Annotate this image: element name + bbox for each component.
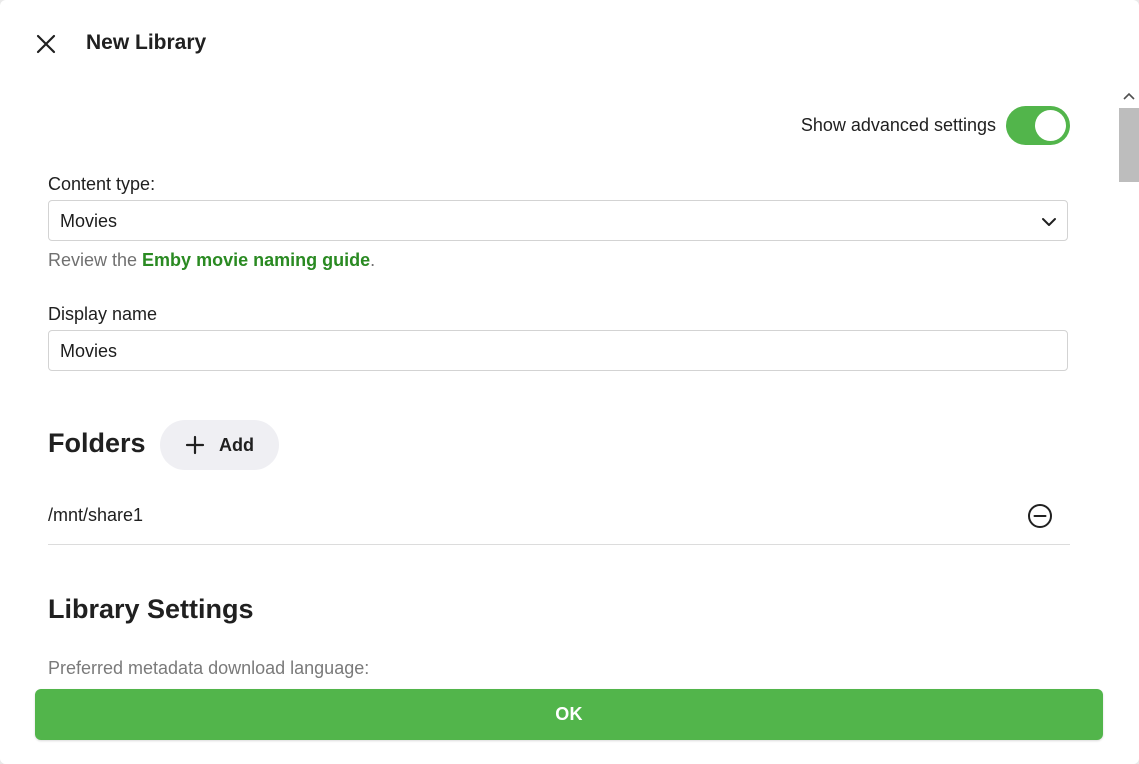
scroll-up-icon[interactable] (1121, 88, 1137, 104)
dialog-title: New Library (86, 31, 207, 54)
display-name-field[interactable] (48, 330, 1068, 371)
metadata-language-label: Preferred metadata download language: (48, 658, 370, 678)
remove-circle-icon (1028, 504, 1052, 528)
library-settings-heading: Library Settings (48, 594, 254, 624)
dialog-footer: OK (0, 678, 1139, 764)
naming-guide-prefix: Review the (48, 250, 143, 270)
folder-row: /mnt/share1 (48, 490, 1070, 545)
scrollbar[interactable] (1118, 88, 1139, 678)
advanced-settings-label: Show advanced settings (800, 114, 996, 135)
toggle-knob (1035, 109, 1066, 141)
advanced-settings-row: Show advanced settings (801, 105, 1070, 145)
content-type-value: Movies (60, 211, 118, 231)
naming-guide-text: Review the Emby movie naming guide. (48, 250, 375, 271)
close-button[interactable] (28, 26, 64, 62)
display-name-label: Display name (48, 304, 158, 324)
plus-icon (185, 435, 205, 455)
content-type-select[interactable]: Movies (48, 200, 1068, 241)
ok-button[interactable]: OK (35, 689, 1103, 740)
new-library-dialog: New Library Show advanced settings Conte… (0, 0, 1139, 764)
chevron-down-icon (1039, 212, 1059, 232)
naming-guide-suffix: . (370, 250, 376, 270)
naming-guide-link[interactable]: Emby movie naming guide (142, 250, 370, 270)
scrollbar-thumb[interactable] (1119, 108, 1139, 182)
remove-folder-button[interactable] (1026, 502, 1054, 530)
folders-heading: Folders (48, 428, 146, 458)
dialog-header: New Library (0, 0, 1139, 88)
content-type-label: Content type: (48, 174, 156, 194)
dialog-content: Show advanced settings Content type: Mov… (0, 88, 1139, 678)
ok-label: OK (555, 704, 583, 724)
display-name-input[interactable] (60, 340, 1050, 362)
folder-path: /mnt/share1 (48, 505, 144, 525)
close-icon (36, 34, 56, 54)
advanced-settings-toggle[interactable] (1006, 105, 1070, 145)
add-folder-button[interactable]: Add (160, 420, 279, 470)
add-folder-label: Add (219, 434, 254, 455)
